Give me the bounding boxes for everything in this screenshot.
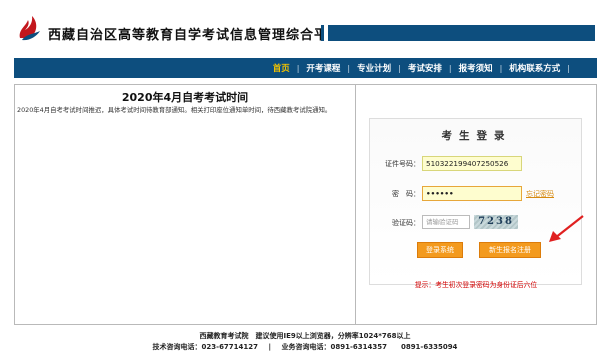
nav-separator: | <box>567 63 570 73</box>
nav-separator: | <box>448 63 452 73</box>
title-decoration-bar <box>324 25 595 41</box>
forgot-password-link[interactable]: 忘记密码 <box>526 189 554 199</box>
notice-title: 2020年4月自考考试时间 <box>121 91 249 104</box>
footer-line-1: 西藏教育考试院 建议使用IE9以上浏览器，分辨率1024*768以上 <box>199 332 411 340</box>
nav-item-contacts[interactable]: 机构联系方式 <box>509 62 560 74</box>
captcha-image[interactable]: 7238 <box>474 215 518 229</box>
id-number-label: 证件号码： <box>385 160 420 168</box>
main-content: 2020年4月自考考试时间 2020年4月自考考试时间推迟，具体考试时间待教育部… <box>14 84 597 325</box>
register-button[interactable]: 新生报名注册 <box>479 242 541 258</box>
notice-body: 2020年4月自考考试时间推迟，具体考试时间待教育部通知。相关打印座位通知单时间… <box>17 106 332 114</box>
footer-line-2: 技术咨询电话：023-67714127 | 业务咨询电话：0891-631435… <box>0 342 610 353</box>
footer-business-phone: 业务咨询电话：0891-6314357 0891-6335094 <box>281 342 458 351</box>
captcha-input[interactable]: 请输验证码 <box>422 215 470 229</box>
site-header: 西藏自治区高等教育自学考试信息管理综合平台 <box>0 0 610 58</box>
nav-separator: | <box>347 63 351 73</box>
password-input[interactable]: •••••• <box>422 186 522 201</box>
footer-tech-phone: 技术咨询电话：023-67714127 <box>152 342 259 351</box>
login-title: 考生登录 <box>441 130 512 142</box>
nav-item-courses[interactable]: 开考课程 <box>306 62 340 74</box>
footer-separator: | <box>268 342 272 351</box>
nav-separator: | <box>398 63 401 73</box>
password-label: 密 码： <box>392 190 420 198</box>
site-footer: 西藏教育考试院 建议使用IE9以上浏览器，分辨率1024*768以上 技术咨询电… <box>0 331 610 352</box>
content-divider <box>355 85 356 325</box>
site-title: 西藏自治区高等教育自学考试信息管理综合平台 <box>48 28 343 43</box>
login-panel: 考生登录 证件号码： 510322199407250526 密 码： •••••… <box>369 118 582 285</box>
id-number-input[interactable]: 510322199407250526 <box>422 156 522 171</box>
login-hint: 提示：考生初次登录密码为身份证后六位 <box>414 281 538 289</box>
flame-logo-icon <box>19 16 40 41</box>
main-nav: 首页 | 开考课程 | 专业计划 | 考试安排 | 报考须知 | 机构联系方式 … <box>14 58 597 78</box>
nav-item-registration-notes[interactable]: 报考须知 <box>459 62 493 74</box>
red-arrow-icon <box>549 215 584 242</box>
nav-separator: | <box>499 63 503 73</box>
nav-item-home[interactable]: 首页 <box>273 62 290 74</box>
captcha-label: 验证码： <box>392 219 420 227</box>
nav-separator: | <box>296 63 300 73</box>
nav-item-exam-schedule[interactable]: 考试安排 <box>408 62 442 74</box>
nav-item-majors[interactable]: 专业计划 <box>357 62 391 74</box>
login-button[interactable]: 登录系统 <box>417 242 463 258</box>
